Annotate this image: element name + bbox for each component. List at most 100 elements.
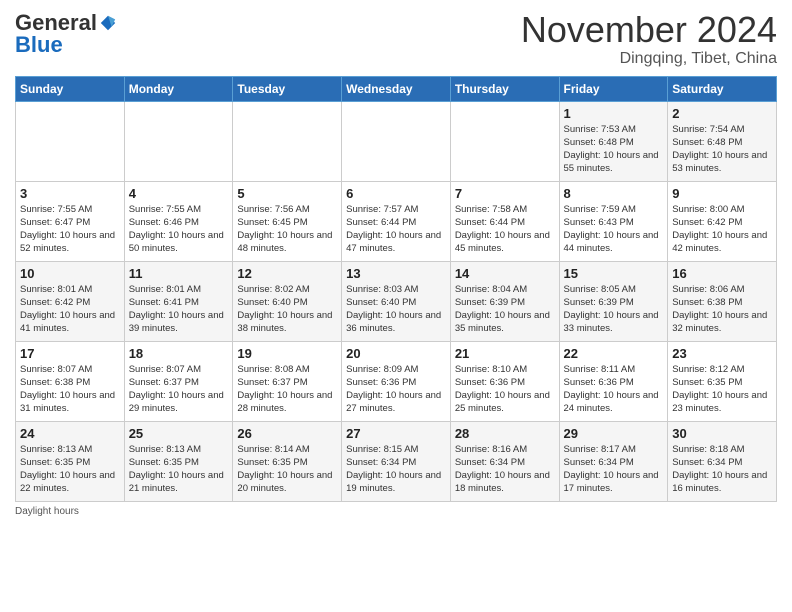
day-info: Sunrise: 8:14 AM Sunset: 6:35 PM Dayligh… <box>237 443 337 496</box>
day-cell <box>233 101 342 181</box>
daylight-label: Daylight hours <box>15 506 79 517</box>
day-number: 29 <box>564 426 664 441</box>
day-info: Sunrise: 7:57 AM Sunset: 6:44 PM Dayligh… <box>346 203 446 256</box>
day-cell: 7 Sunrise: 7:58 AM Sunset: 6:44 PM Daylig… <box>450 181 559 261</box>
day-number: 5 <box>237 186 337 201</box>
day-number: 1 <box>564 106 664 121</box>
week-row-1: 1 Sunrise: 7:53 AM Sunset: 6:48 PM Daylig… <box>16 101 777 181</box>
day-cell: 22 Sunrise: 8:11 AM Sunset: 6:36 PM Dayli… <box>559 341 668 421</box>
day-number: 16 <box>672 266 772 281</box>
day-info: Sunrise: 8:07 AM Sunset: 6:38 PM Dayligh… <box>20 363 120 416</box>
week-row-4: 17 Sunrise: 8:07 AM Sunset: 6:38 PM Dayli… <box>16 341 777 421</box>
logo: General Blue <box>15 10 117 58</box>
day-cell: 16 Sunrise: 8:06 AM Sunset: 6:38 PM Dayli… <box>668 261 777 341</box>
calendar-table: SundayMondayTuesdayWednesdayThursdayFrid… <box>15 76 777 502</box>
day-number: 8 <box>564 186 664 201</box>
day-info: Sunrise: 8:02 AM Sunset: 6:40 PM Dayligh… <box>237 283 337 336</box>
day-number: 26 <box>237 426 337 441</box>
location: Dingqing, Tibet, China <box>521 50 777 68</box>
day-info: Sunrise: 8:12 AM Sunset: 6:35 PM Dayligh… <box>672 363 772 416</box>
day-info: Sunrise: 7:53 AM Sunset: 6:48 PM Dayligh… <box>564 123 664 176</box>
header-cell-sunday: Sunday <box>16 76 125 101</box>
day-info: Sunrise: 7:55 AM Sunset: 6:47 PM Dayligh… <box>20 203 120 256</box>
day-number: 6 <box>346 186 446 201</box>
day-cell: 11 Sunrise: 8:01 AM Sunset: 6:41 PM Dayli… <box>124 261 233 341</box>
day-cell: 20 Sunrise: 8:09 AM Sunset: 6:36 PM Dayli… <box>342 341 451 421</box>
day-info: Sunrise: 8:00 AM Sunset: 6:42 PM Dayligh… <box>672 203 772 256</box>
day-number: 20 <box>346 346 446 361</box>
day-number: 28 <box>455 426 555 441</box>
day-cell: 14Sunrise: 8:04 AM Sunset: 6:39 PM Dayli… <box>450 261 559 341</box>
day-info: Sunrise: 8:13 AM Sunset: 6:35 PM Dayligh… <box>129 443 229 496</box>
day-number: 22 <box>564 346 664 361</box>
header-cell-saturday: Saturday <box>668 76 777 101</box>
day-cell: 10 Sunrise: 8:01 AM Sunset: 6:42 PM Dayli… <box>16 261 125 341</box>
day-cell: 23Sunrise: 8:12 AM Sunset: 6:35 PM Dayli… <box>668 341 777 421</box>
footer: Daylight hours <box>15 506 777 517</box>
day-info: Sunrise: 7:59 AM Sunset: 6:43 PM Dayligh… <box>564 203 664 256</box>
calendar-body: 1 Sunrise: 7:53 AM Sunset: 6:48 PM Daylig… <box>16 101 777 501</box>
day-cell: 30 Sunrise: 8:18 AM Sunset: 6:34 PM Dayli… <box>668 421 777 501</box>
day-number: 2 <box>672 106 772 121</box>
day-info: Sunrise: 8:06 AM Sunset: 6:38 PM Dayligh… <box>672 283 772 336</box>
day-info: Sunrise: 7:55 AM Sunset: 6:46 PM Dayligh… <box>129 203 229 256</box>
day-info: Sunrise: 8:01 AM Sunset: 6:41 PM Dayligh… <box>129 283 229 336</box>
day-cell <box>124 101 233 181</box>
logo-icon <box>99 14 117 32</box>
day-number: 9 <box>672 186 772 201</box>
title-section: November 2024 Dingqing, Tibet, China <box>521 10 777 68</box>
day-cell: 27 Sunrise: 8:15 AM Sunset: 6:34 PM Dayli… <box>342 421 451 501</box>
main-container: General Blue November 2024 Dingqing, Tib… <box>0 0 792 522</box>
week-row-5: 24Sunrise: 8:13 AM Sunset: 6:35 PM Dayli… <box>16 421 777 501</box>
day-cell: 25Sunrise: 8:13 AM Sunset: 6:35 PM Dayli… <box>124 421 233 501</box>
day-info: Sunrise: 8:05 AM Sunset: 6:39 PM Dayligh… <box>564 283 664 336</box>
day-info: Sunrise: 8:16 AM Sunset: 6:34 PM Dayligh… <box>455 443 555 496</box>
day-cell: 9 Sunrise: 8:00 AM Sunset: 6:42 PM Daylig… <box>668 181 777 261</box>
day-info: Sunrise: 8:10 AM Sunset: 6:36 PM Dayligh… <box>455 363 555 416</box>
day-cell: 28 Sunrise: 8:16 AM Sunset: 6:34 PM Dayli… <box>450 421 559 501</box>
day-cell <box>450 101 559 181</box>
day-number: 15 <box>564 266 664 281</box>
day-number: 10 <box>20 266 120 281</box>
day-cell <box>16 101 125 181</box>
month-title: November 2024 <box>521 10 777 50</box>
day-number: 18 <box>129 346 229 361</box>
calendar-header: SundayMondayTuesdayWednesdayThursdayFrid… <box>16 76 777 101</box>
logo-blue: Blue <box>15 32 63 58</box>
day-number: 13 <box>346 266 446 281</box>
header-cell-tuesday: Tuesday <box>233 76 342 101</box>
day-cell: 15 Sunrise: 8:05 AM Sunset: 6:39 PM Dayli… <box>559 261 668 341</box>
day-info: Sunrise: 7:56 AM Sunset: 6:45 PM Dayligh… <box>237 203 337 256</box>
day-number: 21 <box>455 346 555 361</box>
header-cell-monday: Monday <box>124 76 233 101</box>
day-number: 12 <box>237 266 337 281</box>
day-info: Sunrise: 8:01 AM Sunset: 6:42 PM Dayligh… <box>20 283 120 336</box>
day-cell: 5 Sunrise: 7:56 AM Sunset: 6:45 PM Daylig… <box>233 181 342 261</box>
header-cell-friday: Friday <box>559 76 668 101</box>
day-number: 11 <box>129 266 229 281</box>
day-info: Sunrise: 8:15 AM Sunset: 6:34 PM Dayligh… <box>346 443 446 496</box>
day-info: Sunrise: 8:13 AM Sunset: 6:35 PM Dayligh… <box>20 443 120 496</box>
day-cell: 12 Sunrise: 8:02 AM Sunset: 6:40 PM Dayli… <box>233 261 342 341</box>
day-number: 3 <box>20 186 120 201</box>
day-number: 30 <box>672 426 772 441</box>
day-info: Sunrise: 8:08 AM Sunset: 6:37 PM Dayligh… <box>237 363 337 416</box>
day-cell: 13 Sunrise: 8:03 AM Sunset: 6:40 PM Dayli… <box>342 261 451 341</box>
day-number: 7 <box>455 186 555 201</box>
header-cell-wednesday: Wednesday <box>342 76 451 101</box>
day-info: Sunrise: 8:18 AM Sunset: 6:34 PM Dayligh… <box>672 443 772 496</box>
day-cell: 19Sunrise: 8:08 AM Sunset: 6:37 PM Dayli… <box>233 341 342 421</box>
day-info: Sunrise: 7:58 AM Sunset: 6:44 PM Dayligh… <box>455 203 555 256</box>
day-number: 17 <box>20 346 120 361</box>
header-row: SundayMondayTuesdayWednesdayThursdayFrid… <box>16 76 777 101</box>
day-cell: 8 Sunrise: 7:59 AM Sunset: 6:43 PM Daylig… <box>559 181 668 261</box>
day-info: Sunrise: 8:17 AM Sunset: 6:34 PM Dayligh… <box>564 443 664 496</box>
day-info: Sunrise: 8:11 AM Sunset: 6:36 PM Dayligh… <box>564 363 664 416</box>
day-cell: 18Sunrise: 8:07 AM Sunset: 6:37 PM Dayli… <box>124 341 233 421</box>
day-info: Sunrise: 8:09 AM Sunset: 6:36 PM Dayligh… <box>346 363 446 416</box>
day-cell: 29 Sunrise: 8:17 AM Sunset: 6:34 PM Dayli… <box>559 421 668 501</box>
day-cell: 26 Sunrise: 8:14 AM Sunset: 6:35 PM Dayli… <box>233 421 342 501</box>
day-info: Sunrise: 8:03 AM Sunset: 6:40 PM Dayligh… <box>346 283 446 336</box>
day-number: 27 <box>346 426 446 441</box>
day-cell: 1 Sunrise: 7:53 AM Sunset: 6:48 PM Daylig… <box>559 101 668 181</box>
